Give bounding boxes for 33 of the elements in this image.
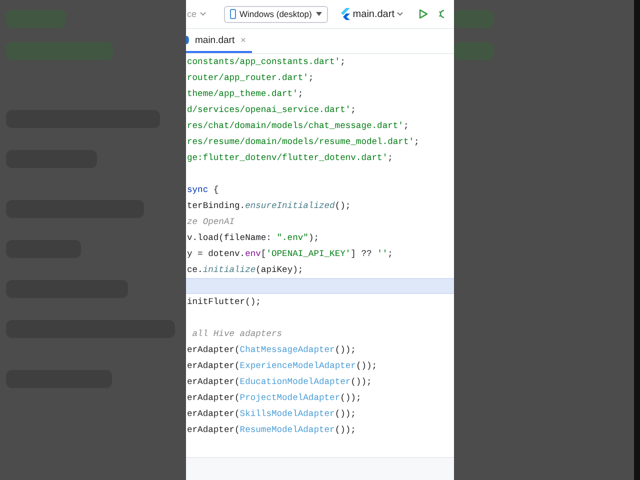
code-line: erAdapter(ProjectModelAdapter()); [186,392,362,405]
run-file-label[interactable]: main.dart [352,8,394,20]
chevron-down-icon[interactable] [200,12,206,16]
code-line: ce.initialize(apiKey); [186,264,304,277]
code-line: initFlutter(); [186,296,262,309]
code-line: ge:flutter_dotenv/flutter_dotenv.dart'; [186,152,394,165]
code-line: erAdapter(SkillsModelAdapter()); [186,408,357,421]
editor-tab[interactable]: main.dart × [186,29,252,53]
code-line: router/app_router.dart'; [186,72,315,85]
code-line: sync { [186,184,220,197]
code-line: res/chat/domain/models/chat_message.dart'; [186,120,410,133]
phone-icon [230,9,236,19]
code-line: constants/app_constants.dart'; [186,56,346,69]
bug-icon[interactable] [439,9,444,19]
run-icon[interactable] [419,9,428,19]
code-line: d/services/openai_service.dart'; [186,104,357,117]
device-dropdown[interactable]: Windows (desktop) [224,6,328,22]
code-line: y = dotenv.env['OPENAI_API_KEY'] ?? ''; [186,248,394,261]
flutter-logo-icon [340,8,350,20]
code-line: erAdapter(EducationModelAdapter()); [186,376,373,389]
caret-icon [316,12,322,16]
chevron-down-icon[interactable] [397,12,404,16]
code-line: erAdapter(ChatMessageAdapter()); [186,344,357,357]
code-line: erAdapter(ExperienceModelAdapter()); [186,360,378,373]
code-line: res/resume/domain/models/resume_model.dart'; [186,136,420,149]
code-line: ze OpenAI [186,216,236,229]
code-line: all Hive adapters [191,328,284,341]
code-line: theme/app_theme.dart'; [186,88,304,101]
code-line: erAdapter(ResumeModelAdapter()); [186,424,357,437]
code-line: v.load(fileName: ".env"); [186,232,320,245]
file-icon [186,36,189,44]
code-line: terBinding.ensureInitialized(); [186,200,352,213]
run-config-label: ce [187,9,197,19]
